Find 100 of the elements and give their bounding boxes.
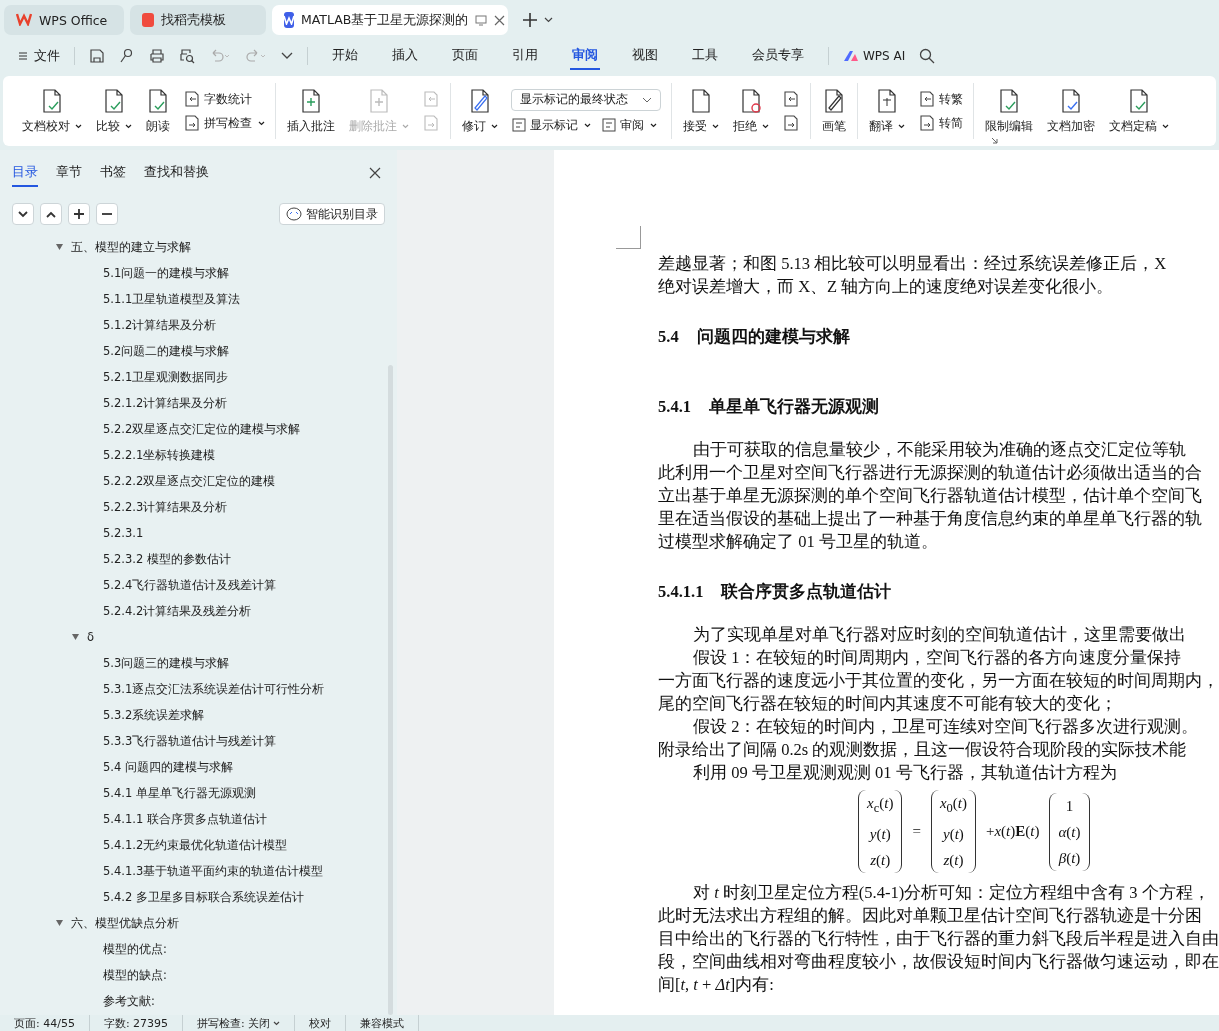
toc-item[interactable]: 5.4 问题四的建模与求解 [12,754,386,780]
ribbon-button[interactable]: 审阅 [601,116,657,134]
ribbon-tab[interactable]: 会员专享 [750,42,806,70]
toc-item[interactable]: δ [87,630,95,644]
toc-item[interactable]: 5.2.1卫星观测数据同步 [12,364,386,390]
share-icon[interactable] [119,48,135,64]
toc-item[interactable]: 5.2.4.2计算结果及残差分析 [12,598,386,624]
ribbon-tab[interactable]: 工具 [690,42,720,70]
toc-item[interactable]: 5.2问题二的建模与求解 [12,338,386,364]
ribbon-button[interactable]: 画笔 [817,85,851,137]
caret-icon[interactable] [56,920,63,926]
caret-icon [650,122,657,128]
toc-item[interactable]: 5.3问题三的建模与求解 [12,650,386,676]
reject-icon [739,88,763,114]
ribbon-tab[interactable]: 引用 [510,42,540,70]
ribbon-button[interactable]: 限制编辑 [980,85,1038,137]
paragraph-line: 段，空间曲线相对弯曲程度较小，故假设短时间内飞行器做匀速运动，即在 [658,951,1219,973]
toc-item[interactable]: 模型的缺点: [12,962,386,988]
ribbon-tab[interactable]: 视图 [630,42,660,70]
ribbon-button[interactable]: 字数统计 [183,90,265,108]
save-icon[interactable] [89,48,105,64]
toc-item[interactable]: 5.4.1 单星单飞行器无源观测 [12,780,386,806]
toc-item[interactable]: 5.2.3.1 [12,520,386,546]
ribbon-button[interactable]: 转繁 [918,90,963,108]
toc-item[interactable]: 5.1.1卫星轨道模型及算法 [12,286,386,312]
monitor-icon[interactable] [475,14,488,26]
toc-item[interactable]: 六、模型优缺点分析 [71,915,179,931]
chevron-down-icon[interactable] [544,17,553,23]
status-item[interactable]: 拼写检查: 关闭 [183,1015,296,1031]
ribbon-button[interactable]: 插入批注 [282,85,340,137]
previous-change-icon [782,90,800,108]
status-item[interactable]: 校对 [295,1015,347,1031]
close-icon[interactable] [494,14,506,26]
ribbon-tab[interactable]: 审阅 [570,42,600,70]
toc-item[interactable]: 5.3.1逐点交汇法系统误差估计可行性分析 [12,676,386,702]
smart-toc-button[interactable]: 智能识别目录 [279,203,386,225]
app-tab[interactable]: 找稻壳模板 [130,5,266,35]
file-menu[interactable]: 文件 [18,47,60,65]
ribbon-tab[interactable]: 页面 [450,42,480,70]
toc-item[interactable]: 5.2.3.2 模型的参数估计 [12,546,386,572]
toc-item[interactable]: 参考文献: [12,988,386,1014]
toc-item[interactable]: 5.4.2 多卫星多目标联合系统误差估计 [12,884,386,910]
remove-button[interactable] [96,203,118,225]
status-item[interactable]: 字数: 27395 [89,1015,184,1031]
search-icon[interactable] [919,48,936,64]
app-tab[interactable]: MATLAB基于卫星无源探测的 [272,5,508,35]
caret-icon[interactable] [72,634,79,640]
toc-item[interactable]: 5.3.3飞行器轨道估计与残差计算 [12,728,386,754]
ribbon-button[interactable]: 拼写检查 [183,114,265,132]
dialog-launcher-icon[interactable] [991,137,998,144]
paragraph-line: 绝对误差增大，而 X、Z 轴方向上的速度绝对误差变化很小。 [658,276,1115,298]
toc-item[interactable]: 5.2.2.2双星逐点交汇定位的建模 [12,468,386,494]
add-button[interactable] [68,203,90,225]
toc-item[interactable]: 5.2.2.3计算结果及分析 [12,494,386,520]
pane-tab[interactable]: 查找和替换 [144,159,209,187]
print-icon[interactable] [149,48,165,64]
toc-item[interactable]: 5.4.1.1 联合序贯多点轨道估计 [12,806,386,832]
close-icon[interactable] [369,167,382,179]
ai-logo-icon [843,50,859,62]
toc-item[interactable]: 5.2.4飞行器轨道估计及残差计算 [12,572,386,598]
markup-dropdown[interactable]: 显示标记的最终状态 [511,88,661,111]
ribbon-button[interactable]: 修订 [457,85,503,137]
ribbon-button[interactable]: 显示标记 [511,116,591,134]
wps-ai-button[interactable]: WPS AI [843,49,906,63]
ribbon-button[interactable]: 比较 [91,85,137,137]
toc-item[interactable]: 模型的优点: [12,936,386,962]
ribbon-button[interactable]: 翻译 [864,85,910,137]
ribbon-button[interactable]: 拒绝 [728,85,774,137]
toc-item[interactable]: 5.3.2系统误差求解 [12,702,386,728]
collapse-button[interactable] [12,203,34,225]
status-item[interactable]: 兼容模式 [346,1015,420,1031]
ribbon-button[interactable]: 文档校对 [17,85,87,137]
status-item[interactable]: 页面: 44/55 [0,1015,90,1031]
caret-icon[interactable] [56,244,63,250]
pane-tab[interactable]: 目录 [12,159,38,187]
ribbon-button[interactable]: 文档定稿 [1104,85,1174,137]
ribbon-tab[interactable]: 开始 [330,42,360,70]
paragraph-line: 附录给出了间隔 0.2s 的观测数据，且这一假设符合现阶段的实际技术能 [658,739,1188,761]
new-tab-icon[interactable] [522,12,538,28]
toc-item[interactable]: 五、模型的建立与求解 [71,239,191,255]
toc-item[interactable]: 5.1问题一的建模与求解 [12,260,386,286]
toc-item[interactable]: 5.2.2.1坐标转换建模 [12,442,386,468]
ribbon-button[interactable]: 转简 [918,114,963,132]
print-preview-icon[interactable] [179,48,195,64]
ribbon-button[interactable] [782,114,800,132]
ribbon-button[interactable] [782,90,800,108]
expand-up-button[interactable] [40,203,62,225]
pane-tab[interactable]: 书签 [100,159,126,187]
app-tab[interactable]: WPS Office [4,5,124,35]
toc-item[interactable]: 5.4.1.3基于轨道平面约束的轨道估计模型 [12,858,386,884]
ribbon-button[interactable]: 接受 [678,85,724,137]
toc-item[interactable]: 5.2.1.2计算结果及分析 [12,390,386,416]
ribbon-button[interactable]: 朗读 [141,85,175,137]
chevron-down-icon[interactable] [281,52,293,60]
toc-item[interactable]: 5.2.2双星逐点交汇定位的建模与求解 [12,416,386,442]
ribbon-button[interactable]: 文档加密 [1042,85,1100,137]
toc-item[interactable]: 5.1.2计算结果及分析 [12,312,386,338]
toc-item[interactable]: 5.4.1.2无约束最优化轨道估计模型 [12,832,386,858]
pane-tab[interactable]: 章节 [56,159,82,187]
ribbon-tab[interactable]: 插入 [390,42,420,70]
